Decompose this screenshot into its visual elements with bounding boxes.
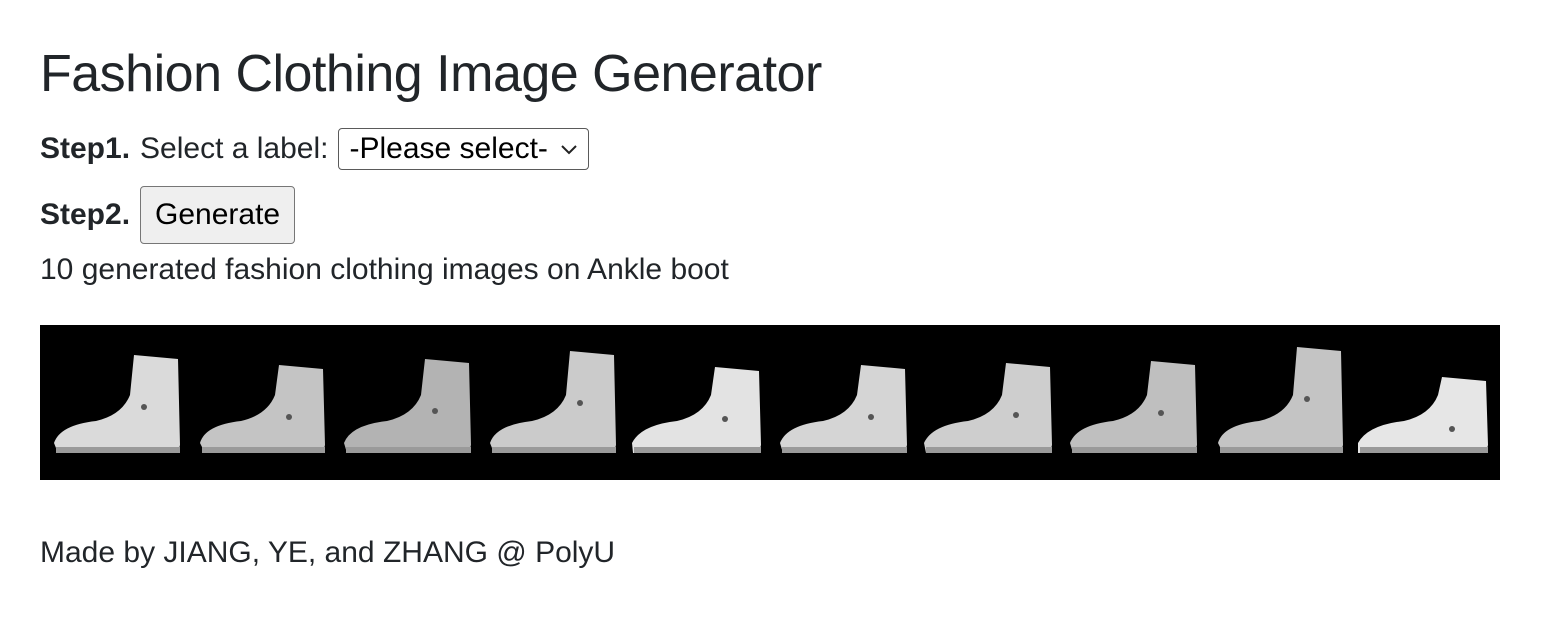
select-label-text: Select a label: — [140, 132, 329, 165]
chevron-down-icon — [561, 145, 577, 155]
step2-row: Step2. Generate — [40, 186, 296, 244]
generate-button[interactable]: Generate — [140, 186, 296, 244]
ankle-boot-icon — [343, 359, 471, 453]
label-select[interactable]: -Please select- — [338, 128, 589, 170]
generated-boot-image — [627, 325, 767, 480]
ankle-boot-icon — [779, 365, 907, 453]
step2-label: Step2. — [40, 198, 131, 231]
step1-row: Step1. Select a label: -Please select- — [40, 128, 589, 170]
generated-boot-image — [482, 325, 622, 480]
generated-boot-image — [918, 325, 1058, 480]
ankle-boot-icon — [54, 355, 180, 453]
generated-images-strip — [40, 325, 1500, 480]
ankle-boot-icon — [923, 363, 1052, 453]
ankle-boot-icon — [1070, 361, 1198, 453]
generated-boot-image — [773, 325, 913, 480]
generated-boot-image — [1209, 325, 1349, 480]
result-caption: 10 generated fashion clothing images on … — [40, 253, 729, 286]
ankle-boot-icon — [632, 367, 762, 453]
generated-boot-image — [191, 325, 331, 480]
generated-boot-image — [46, 325, 186, 480]
page-title: Fashion Clothing Image Generator — [40, 45, 822, 103]
label-select-value: -Please select- — [349, 132, 548, 165]
ankle-boot-icon — [1217, 347, 1343, 453]
ankle-boot-icon — [1357, 377, 1488, 453]
ankle-boot-icon — [489, 351, 616, 453]
step1-label: Step1. — [40, 132, 131, 165]
footer-credit: Made by JIANG, YE, and ZHANG @ PolyU — [40, 536, 616, 569]
generated-boot-image — [337, 325, 477, 480]
generated-boot-image — [1063, 325, 1203, 480]
generated-boot-image — [1354, 325, 1494, 480]
ankle-boot-icon — [200, 365, 326, 453]
